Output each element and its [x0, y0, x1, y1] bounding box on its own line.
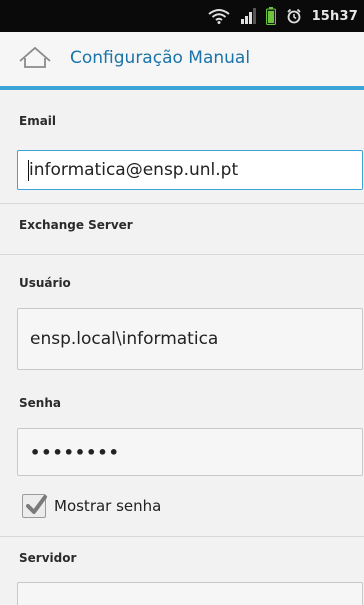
servidor-label: Servidor [19, 551, 77, 565]
senha-label: Senha [19, 396, 61, 410]
section-divider [0, 254, 364, 255]
servidor-field[interactable] [17, 582, 363, 605]
alarm-icon [286, 8, 302, 24]
senha-value: •••••••• [30, 442, 120, 462]
checkmark-icon [26, 495, 47, 514]
usuario-label: Usuário [19, 276, 71, 290]
status-bar: 15h37 [0, 0, 364, 32]
section-divider [0, 536, 364, 537]
email-label: Email [19, 114, 57, 128]
status-clock: 15h37 [311, 8, 358, 24]
usuario-field[interactable]: ensp.local\informatica [17, 308, 363, 370]
battery-icon [265, 7, 276, 25]
exchange-server-header: Exchange Server [19, 218, 133, 232]
settings-form: Email informatica@ensp.unl.pt Exchange S… [0, 90, 364, 605]
page-title: Configuração Manual [70, 48, 251, 68]
wifi-icon [207, 8, 230, 24]
senha-field[interactable]: •••••••• [17, 428, 363, 476]
mostrar-senha-label: Mostrar senha [54, 497, 162, 515]
signal-icon [240, 8, 256, 24]
usuario-value: ensp.local\informatica [30, 329, 219, 349]
email-value: informatica@ensp.unl.pt [29, 160, 239, 180]
action-bar: Configuração Manual [0, 32, 364, 88]
section-divider [0, 203, 364, 204]
mostrar-senha-checkbox[interactable] [22, 494, 47, 518]
mostrar-senha-row[interactable]: Mostrar senha [22, 494, 161, 518]
email-field[interactable]: informatica@ensp.unl.pt [17, 150, 363, 190]
status-icons: 15h37 [207, 7, 358, 25]
home-icon[interactable] [18, 45, 52, 75]
